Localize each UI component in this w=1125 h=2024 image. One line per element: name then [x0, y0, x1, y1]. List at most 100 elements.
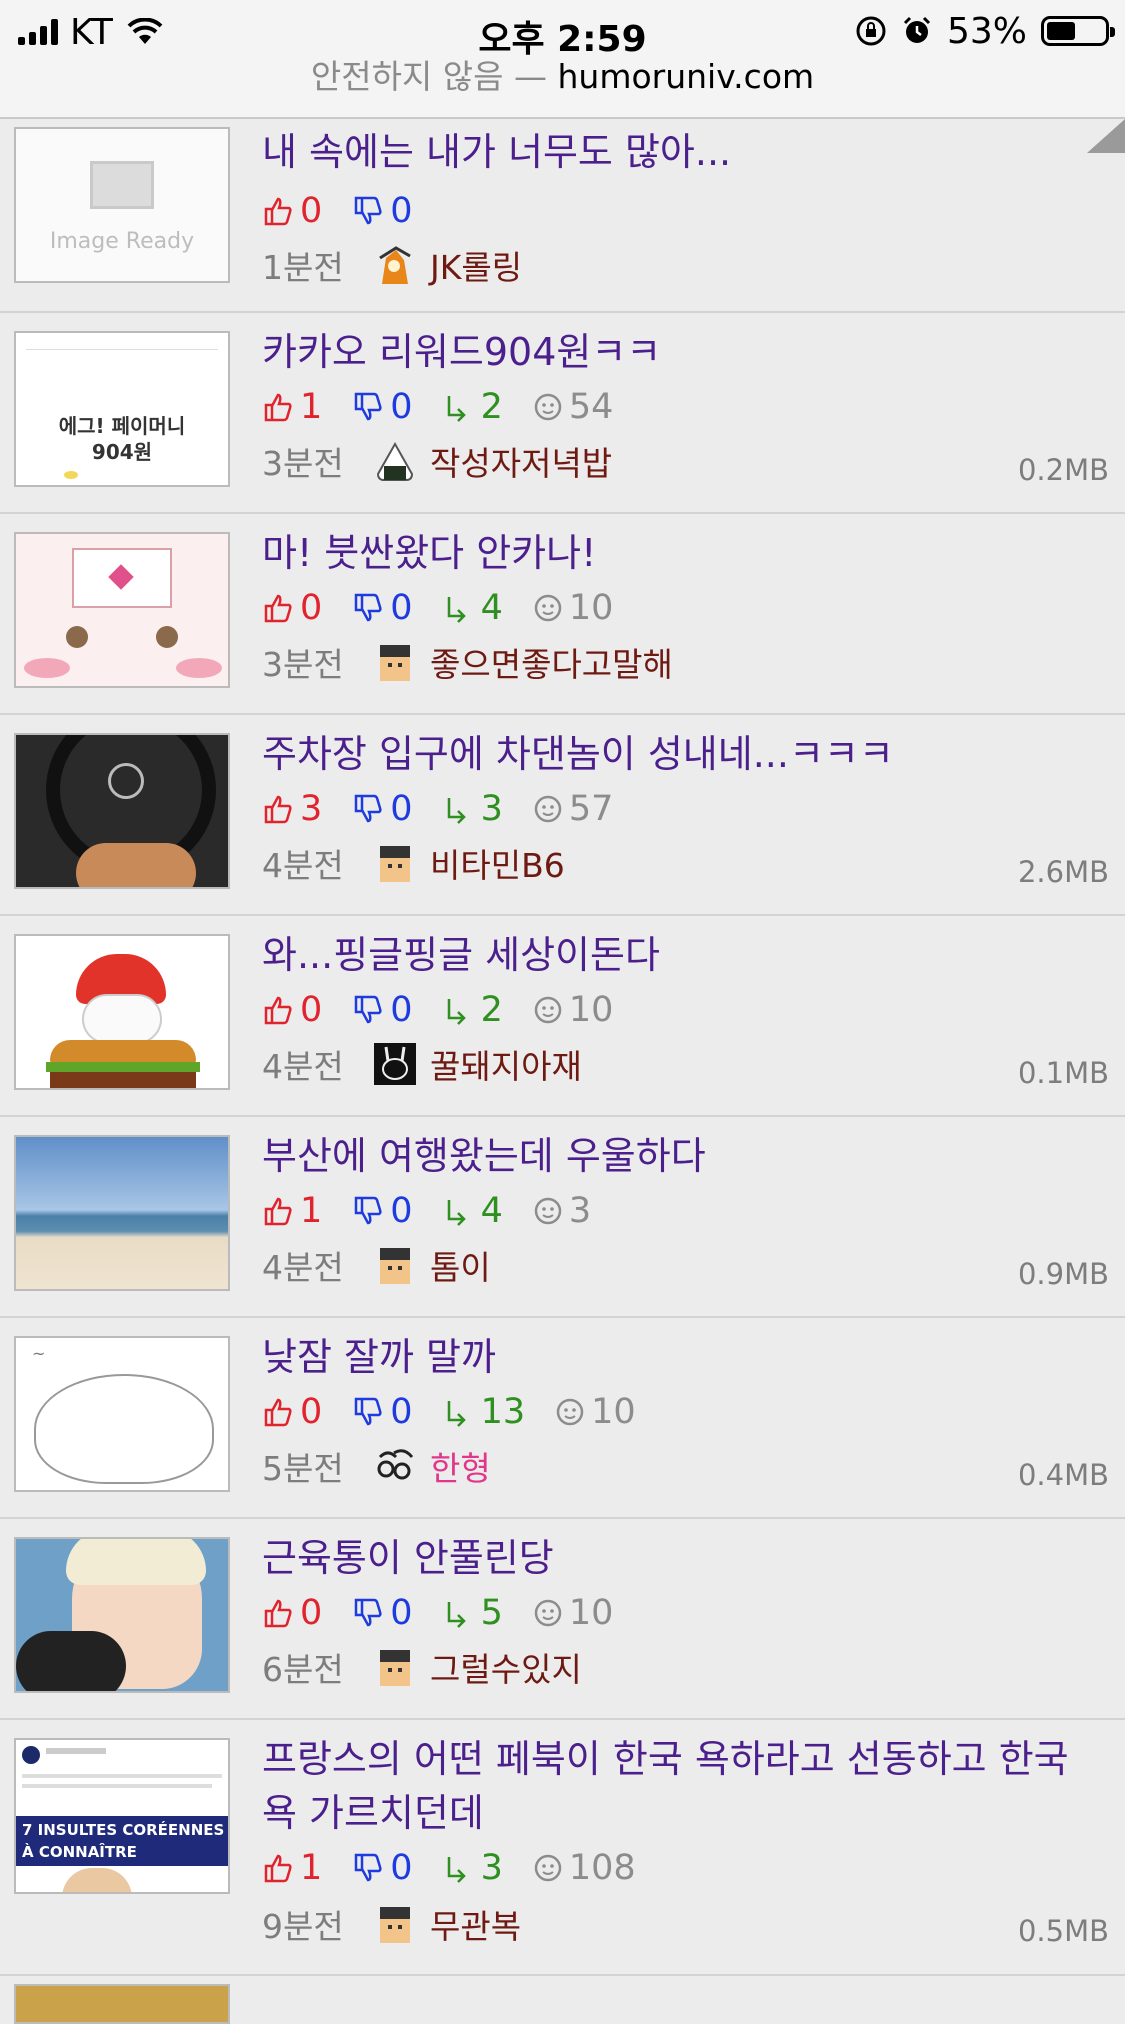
battery-percent: 53%	[946, 10, 1027, 52]
smiley-icon	[534, 996, 562, 1024]
reply-arrow-icon	[447, 1401, 466, 1427]
list-item[interactable]: 에그! 페이머니 904원 카카오 리워드904원ㅋㅋ 1 0 2 54 3분전…	[0, 313, 1125, 514]
list-item[interactable]: 부산에 여행왔는데 우울하다 1 0 4 3 4분전 톰이 0.9MB	[0, 1117, 1125, 1318]
attachment-size: 2.6MB	[1017, 855, 1109, 889]
post-title[interactable]: 와...핑글핑글 세상이돈다	[262, 928, 1105, 982]
upvote-count: 0	[262, 191, 322, 231]
upvote-value: 0	[300, 1593, 323, 1633]
thumbs-down-icon	[355, 1397, 382, 1426]
thumbs-up-icon	[264, 1599, 292, 1628]
post-thumbnail[interactable]	[14, 532, 230, 688]
post-thumbnail[interactable]	[14, 934, 230, 1090]
view-value: 10	[568, 990, 614, 1030]
post-title[interactable]: 낮잠 잘까 말까	[262, 1330, 1105, 1384]
view-value: 10	[591, 1392, 636, 1432]
view-count: 10	[533, 588, 613, 628]
reply-value: 4	[480, 1191, 503, 1231]
reply-value: 5	[480, 1593, 503, 1633]
post-meta: 5분전 한형	[262, 1442, 491, 1490]
reply-count: 13	[443, 1392, 525, 1432]
thumb-cheek	[24, 658, 70, 678]
post-title[interactable]: 카카오 리워드904원ㅋㅋ	[262, 325, 1105, 379]
post-title[interactable]: 주차장 입구에 차댄놈이 성내네...ㅋㅋㅋ	[262, 727, 1105, 781]
post-title[interactable]: 마! 붓싼왔다 안카나!	[262, 526, 1105, 580]
thumb-lettuce	[46, 1062, 200, 1072]
view-value: 3	[568, 1191, 592, 1231]
post-author[interactable]: 작성자저녁밥	[430, 437, 612, 485]
avatar	[380, 1650, 410, 1686]
reply-count: 4	[443, 588, 503, 628]
downvote-count: 0	[352, 1848, 413, 1888]
url-bar[interactable]: 안전하지 않음 — humoruniv.com	[0, 50, 1125, 98]
post-thumbnail[interactable]: Image Ready	[14, 127, 230, 283]
post-time: 9분전	[262, 1907, 344, 1946]
upvote-count: 0	[262, 588, 322, 628]
post-author[interactable]: 한형	[430, 1442, 491, 1490]
post-meta: 4분전 꿀돼지아재	[262, 1040, 582, 1088]
alarm-icon	[903, 16, 931, 43]
list-item[interactable]: ~ 낮잠 잘까 말까 0 0 13 10 5분전 한형 0.4MB	[0, 1318, 1125, 1519]
upvote-count: 1	[262, 387, 322, 427]
smiley-icon	[534, 795, 562, 823]
post-time: 1분전	[262, 248, 344, 287]
reply-arrow-icon	[447, 597, 466, 623]
view-count: 3	[533, 1191, 591, 1231]
upvote-value: 0	[300, 191, 323, 231]
downvote-count: 0	[352, 387, 413, 427]
post-author[interactable]: 꿀돼지아재	[430, 1040, 582, 1088]
list-item[interactable]: Image Ready 내 속에는 내가 너무도 많아... 0 0 1분전 J…	[0, 119, 1125, 313]
downvote-value: 0	[390, 387, 413, 427]
post-title[interactable]: 내 속에는 내가 너무도 많아...	[262, 125, 1105, 179]
post-author[interactable]: JK롤링	[430, 241, 522, 289]
upvote-count: 1	[262, 1848, 322, 1888]
post-title[interactable]: 부산에 여행왔는데 우울하다	[262, 1129, 1105, 1183]
reply-count: 4	[443, 1191, 503, 1231]
rotation-lock-icon	[856, 16, 886, 46]
post-stats: 0 0 13 10	[262, 1390, 666, 1434]
post-stats: 0 0 2 10	[262, 988, 643, 1032]
downvote-value: 0	[390, 1593, 413, 1633]
thumb-doodle	[34, 1374, 214, 1484]
list-item[interactable]: 주차장 입구에 차댄놈이 성내네...ㅋㅋㅋ 3 0 3 57 4분전 비타민B…	[0, 715, 1125, 916]
upvote-count: 0	[262, 990, 322, 1030]
reply-value: 4	[480, 588, 503, 628]
thumb-coin	[64, 471, 78, 479]
view-value: 57	[568, 789, 614, 829]
thumbs-up-icon	[264, 1197, 292, 1226]
downvote-count: 0	[352, 1593, 413, 1633]
reply-arrow-icon	[447, 396, 466, 422]
post-title[interactable]: 근육통이 안풀린당	[262, 1531, 1105, 1585]
post-thumbnail[interactable]: ~	[14, 1336, 230, 1492]
list-item[interactable]: 와...핑글핑글 세상이돈다 0 0 2 10 4분전 꿀돼지아재 0.1MB	[0, 916, 1125, 1117]
thumb-bun	[50, 1040, 196, 1064]
thumb-text-line	[22, 1774, 222, 1778]
thumb-caption: 7 INSULTES CORÉENNES À CONNAÎTRE	[16, 1816, 228, 1866]
post-title[interactable]: 프랑스의 어떤 페북이 한국 욕하라고 선동하고 한국 욕 가르치던데	[262, 1732, 1105, 1840]
post-thumbnail[interactable]: 에그! 페이머니 904원	[14, 331, 230, 487]
upvote-value: 0	[300, 990, 323, 1030]
post-meta: 6분전 그럴수있지	[262, 1643, 582, 1691]
post-meta: 1분전 JK롤링	[262, 241, 522, 289]
post-thumbnail[interactable]	[14, 733, 230, 889]
thumbs-down-icon	[355, 995, 382, 1024]
post-thumbnail[interactable]	[14, 1135, 230, 1291]
upvote-value: 1	[300, 387, 323, 427]
upvote-count: 0	[262, 1392, 322, 1432]
post-author[interactable]: 그럴수있지	[430, 1643, 582, 1691]
post-thumbnail[interactable]: 7 INSULTES CORÉENNES À CONNAÎTRE	[14, 1738, 230, 1894]
attachment-size: 0.4MB	[1017, 1458, 1109, 1492]
post-author[interactable]: 비타민B6	[430, 839, 565, 887]
post-thumbnail[interactable]	[14, 1984, 230, 2024]
list-item[interactable]: 근육통이 안풀린당 0 0 5 10 6분전 그럴수있지	[0, 1519, 1125, 1720]
security-label: 안전하지 않음	[310, 57, 504, 96]
list-item[interactable]: 7 INSULTES CORÉENNES À CONNAÎTRE 프랑스의 어떤…	[0, 1720, 1125, 1976]
post-author[interactable]: 무관복	[430, 1900, 521, 1948]
post-author[interactable]: 톰이	[430, 1241, 491, 1289]
list-item[interactable]: 마! 붓싼왔다 안카나! 0 0 4 10 3분전 좋으면좋다고말해	[0, 514, 1125, 715]
upvote-value: 1	[300, 1848, 323, 1888]
post-stats: 0 0	[262, 189, 443, 233]
battery-icon	[1041, 16, 1115, 46]
post-author[interactable]: 좋으면좋다고말해	[430, 638, 673, 686]
post-thumbnail[interactable]	[14, 1537, 230, 1693]
list-item[interactable]	[0, 1976, 1125, 2024]
